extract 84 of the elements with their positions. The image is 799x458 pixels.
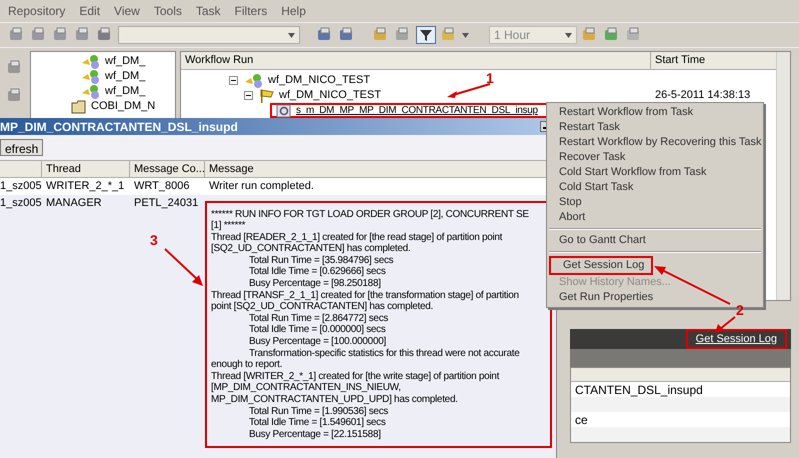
statistic-line: Total Run Time = [2.864772] secs: [248, 312, 390, 324]
tree-item[interactable]: COBI_DM_N: [91, 98, 156, 115]
menu-item[interactable]: Restart Workflow by Recovering this Task: [547, 135, 763, 150]
table-cell-text: WRT_8006: [133, 179, 190, 193]
tree-item[interactable]: wf_DM_: [105, 53, 146, 70]
menu-item[interactable]: Get Session Log: [549, 256, 653, 275]
log-line: Thread [TRANSF_2_1_1] created for [the transformation stage] of partition: [211, 290, 520, 302]
menu-item[interactable]: Repository: [8, 2, 66, 20]
session-icon: [276, 104, 292, 118]
workflow-icon: [81, 84, 101, 98]
tree-item[interactable]: wf_DM_NICO_TEST: [255, 87, 386, 104]
table-cell-text: WRITER_2_*_1: [45, 179, 126, 193]
menu-item[interactable]: Restart Task: [547, 120, 763, 135]
workflow-icon: [244, 74, 264, 88]
statistic-line: Transformation-specific statistics for this thread were not accurate: [248, 348, 520, 360]
flag-icon: [259, 88, 275, 102]
menu-item[interactable]: View: [114, 2, 140, 20]
statistic-line: Busy Percentage = [22.151588]: [248, 428, 382, 440]
tree-item[interactable]: wf_DM_NICO_TEST: [240, 72, 374, 89]
statistic-line: Total Idle Time = [0.000000] secs: [248, 324, 387, 336]
column-header[interactable]: Start Time: [651, 52, 776, 69]
caret-icon: [565, 32, 572, 38]
table-cell-text: ce: [575, 412, 588, 428]
table-cell-text: 1_sz005: [0, 196, 42, 210]
menu-item[interactable]: Go to Gantt Chart: [547, 233, 763, 248]
statistic-line: Busy Percentage = [100.000000]: [248, 336, 387, 348]
menu-item[interactable]: Filters: [234, 2, 268, 20]
table-cell-text: PETL_24031: [133, 196, 200, 210]
menu-item[interactable]: Abort: [547, 210, 763, 225]
menu-item[interactable]: Restart Workflow from Task: [547, 105, 763, 120]
folder-icon: [71, 100, 87, 114]
annotation-number: 1: [486, 69, 494, 88]
log-line: MP_DIM_CONTRACTANTEN_UPD_UPD] has completed.: [211, 394, 459, 406]
log-line: point [SQ2_UD_CONTRACTANTEN] has completed.: [211, 301, 434, 313]
scrollbar[interactable]: [776, 52, 790, 300]
caret-icon: [288, 32, 295, 38]
menu-item[interactable]: Stop: [547, 195, 763, 210]
log-line: [SQ2_UD_CONTRACTANTEN] has completed.: [211, 243, 412, 255]
dropdown-field[interactable]: [118, 26, 300, 44]
log-line: Thread [WRITER_2_*_1] created for [the write stage] of partition point: [211, 370, 500, 382]
menu-item[interactable]: Help: [281, 2, 306, 20]
session-log-link[interactable]: Get Session Log: [686, 328, 787, 350]
table-cell-text: 1_sz005: [0, 179, 42, 193]
statistic-line: Total Idle Time = [1.549601] secs: [248, 417, 387, 429]
caret-icon[interactable]: [462, 32, 469, 38]
menu-item[interactable]: Cold Start Workflow from Task: [547, 165, 763, 180]
table-cell: Writer run completed.: [209, 180, 314, 192]
window-title: MP_DIM_CONTRACTANTEN_DSL_insupd: [0, 118, 238, 136]
refresh-button[interactable]: efresh: [0, 139, 44, 156]
log-line: Thread [READER_2_1_1] created for [the read stage] of partition point: [211, 232, 504, 244]
item-label: s_m_DM_MP_MP_DIM_CONTRACTANTEN_DSL_insup: [296, 104, 538, 118]
start-time-cell-text: 26-5-2011 14:38:13: [655, 88, 750, 104]
filter-icon[interactable]: [416, 26, 436, 44]
field-value: 1 Hour: [494, 27, 530, 44]
annotation-number: 3: [150, 231, 158, 250]
item-label: wf_DM_NICO_TEST: [279, 88, 382, 104]
tree-item[interactable]: wf_DM_: [105, 68, 146, 85]
annotation-arrow: [445, 82, 491, 100]
tree-item[interactable]: wf_DM_: [105, 83, 146, 100]
log-line: ****** RUN INFO FOR TGT LOAD ORDER GROUP [2], CONCURRENT SE: [211, 208, 530, 220]
expander-icon[interactable]: [229, 76, 238, 85]
menu-item[interactable]: Tools: [154, 2, 182, 20]
table-cell-text: CTANTEN_DSL_insupd: [575, 382, 703, 398]
log-line: [1] ******: [211, 220, 246, 232]
column-header[interactable]: Message Co...: [130, 161, 205, 177]
menu-item[interactable]: Edit: [79, 2, 100, 20]
menu-item[interactable]: Recover Task: [547, 150, 763, 165]
statistic-line: Busy Percentage = [98.250188]: [248, 278, 382, 290]
column-header[interactable]: Workflow Run: [181, 52, 651, 69]
column-header[interactable]: Thread: [42, 161, 130, 177]
menu-item[interactable]: Cold Start Task: [547, 180, 763, 195]
statistic-line: Total Run Time = [1.990536] secs: [248, 406, 390, 418]
expander-icon[interactable]: [244, 91, 253, 100]
table-cell-text: MANAGER: [45, 196, 103, 210]
log-line: enough to report.: [211, 359, 284, 371]
item-label: wf_DM_NICO_TEST: [268, 73, 370, 88]
statistic-line: Total Run Time = [35.984796] secs: [248, 254, 394, 266]
annotation-arrow: [164, 248, 204, 288]
annotation-arrow: [714, 316, 736, 334]
menu-item[interactable]: Task: [196, 2, 221, 20]
log-line: [MP_DIM_CONTRACTANTEN_INS_NIEUW,: [211, 382, 402, 394]
workflow-icon: [81, 54, 101, 68]
workflow-icon: [81, 70, 101, 84]
statistic-line: Total Idle Time = [0.629666] secs: [248, 266, 387, 278]
